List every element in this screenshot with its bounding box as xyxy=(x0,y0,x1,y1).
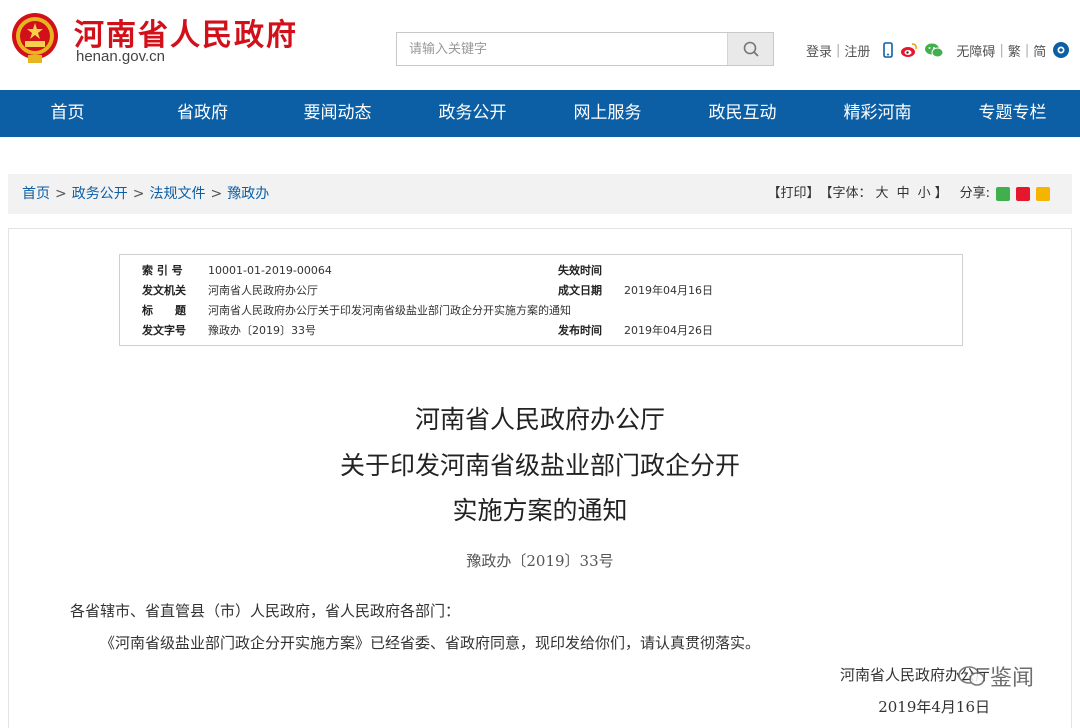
nav-item-interaction[interactable]: 政民互动 xyxy=(675,90,810,137)
share-label: 分享: xyxy=(959,186,990,201)
site-header: 河南省人民政府 henan.gov.cn 登录 | 注册 无障 xyxy=(0,0,1080,90)
document-body: 《河南省级盐业部门政企分开实施方案》已经省委、省政府同意，现印发给你们，请认真贯… xyxy=(100,634,761,652)
document-metadata-table: 索 引 号 10001-01-2019-00064 失效时间 发文机关 河南省人… xyxy=(119,254,963,346)
meta-title-label: 标 题 xyxy=(142,304,186,317)
top-links: 登录 | 注册 无障碍 | 繁 | 简 xyxy=(806,40,1070,60)
meta-row: 标 题 河南省人民政府办公厅关于印发河南省级盐业部门政企分开实施方案的通知 xyxy=(120,301,962,321)
document-number: 豫政办〔2019〕33号 xyxy=(466,552,614,570)
nav-item-provincial-government[interactable]: 省政府 xyxy=(135,90,270,137)
font-size-label: 【字体： xyxy=(819,186,872,201)
meta-docno-label: 发文字号 xyxy=(142,324,186,337)
nav-item-government-affairs[interactable]: 政务公开 xyxy=(405,90,540,137)
breadcrumb-separator: > xyxy=(132,186,145,202)
meta-issuer-value: 河南省人民政府办公厅 xyxy=(208,284,318,297)
traditional-chinese-link[interactable]: 繁 xyxy=(1008,41,1021,60)
document-addressee: 各省辖市、省直管县（市）人民政府，省人民政府各部门： xyxy=(70,602,461,620)
document-title-line-2: 关于印发河南省级盐业部门政企分开 xyxy=(339,451,740,480)
breadcrumb-bar: 首页 > 政务公开 > 法规文件 > 豫政办 【打印】 【字体： 大 中 小 】 分享: xyxy=(8,174,1072,214)
breadcrumb-item-home[interactable]: 首页 xyxy=(22,186,50,202)
divider: | xyxy=(836,42,841,58)
share-weibo-icon[interactable] xyxy=(1016,187,1030,201)
search-button[interactable] xyxy=(727,33,773,65)
read-aloud-icon[interactable] xyxy=(1052,41,1070,59)
meta-published-value: 2019年04月26日 xyxy=(624,324,713,337)
share-qq-icon[interactable] xyxy=(1036,187,1050,201)
meta-expire-label: 失效时间 xyxy=(558,264,602,277)
wechat-watermark-icon xyxy=(958,666,985,686)
breadcrumb-item-regulations[interactable]: 法规文件 xyxy=(149,186,205,202)
font-small-button[interactable]: 小 xyxy=(918,174,931,214)
font-large-button[interactable]: 大 xyxy=(876,174,889,214)
meta-row: 发文字号 豫政办〔2019〕33号 发布时间 2019年04月26日 xyxy=(120,321,962,341)
accessibility-link[interactable]: 无障碍 xyxy=(956,41,995,60)
search-box xyxy=(396,32,774,66)
font-size-end: 】 xyxy=(934,186,948,201)
site-domain: henan.gov.cn xyxy=(76,48,165,65)
register-link[interactable]: 注册 xyxy=(844,41,870,60)
breadcrumb-item-yuzhengban[interactable]: 豫政办 xyxy=(227,186,269,202)
nav-item-home[interactable]: 首页 xyxy=(0,90,135,137)
article-tools: 【打印】 【字体： 大 中 小 】 分享: xyxy=(768,174,1050,214)
nav-item-news[interactable]: 要闻动态 xyxy=(270,90,405,137)
nav-item-online-services[interactable]: 网上服务 xyxy=(540,90,675,137)
national-emblem-logo[interactable] xyxy=(10,10,60,66)
search-input[interactable] xyxy=(397,33,727,65)
print-button[interactable]: 【打印】 xyxy=(768,174,820,214)
main-nav: 首页 省政府 要闻动态 政务公开 网上服务 政民互动 精彩河南 专题专栏 xyxy=(0,90,1080,137)
meta-row: 发文机关 河南省人民政府办公厅 成文日期 2019年04月16日 xyxy=(120,281,962,301)
share-wechat-icon[interactable] xyxy=(996,187,1010,201)
mobile-icon[interactable] xyxy=(882,42,894,58)
meta-created-label: 成文日期 xyxy=(558,284,602,297)
document-title-line-1: 河南省人民政府办公厅 xyxy=(414,405,665,434)
document-title-line-3: 实施方案的通知 xyxy=(452,496,628,525)
meta-published-label: 发布时间 xyxy=(558,324,602,337)
breadcrumb-separator: > xyxy=(210,186,223,202)
weibo-icon[interactable] xyxy=(900,42,918,58)
watermark-text: 鉴闻 xyxy=(990,666,1035,691)
meta-row: 索 引 号 10001-01-2019-00064 失效时间 xyxy=(120,261,962,281)
meta-index-label: 索 引 号 xyxy=(142,264,183,277)
breadcrumb-item-government-affairs[interactable]: 政务公开 xyxy=(72,186,128,202)
document-date: 2019年4月16日 xyxy=(878,698,990,716)
divider: | xyxy=(999,42,1004,58)
meta-issuer-label: 发文机关 xyxy=(142,284,186,297)
breadcrumb-separator: > xyxy=(55,186,67,202)
wechat-icon[interactable] xyxy=(924,42,944,58)
font-medium-button[interactable]: 中 xyxy=(897,174,910,214)
watermark: 鉴闻 xyxy=(958,660,1034,692)
meta-created-value: 2019年04月16日 xyxy=(624,284,713,297)
breadcrumb: 首页 > 政务公开 > 法规文件 > 豫政办 xyxy=(22,174,269,214)
divider: | xyxy=(1024,42,1030,58)
login-link[interactable]: 登录 xyxy=(806,41,832,60)
meta-title-value: 河南省人民政府办公厅关于印发河南省级盐业部门政企分开实施方案的通知 xyxy=(208,304,571,317)
nav-item-special-topics[interactable]: 专题专栏 xyxy=(945,90,1080,137)
meta-index-value: 10001-01-2019-00064 xyxy=(208,264,332,277)
nav-item-wonderful-henan[interactable]: 精彩河南 xyxy=(810,90,945,137)
simplified-chinese-link[interactable]: 简 xyxy=(1033,41,1046,60)
search-icon xyxy=(743,41,759,57)
meta-docno-value: 豫政办〔2019〕33号 xyxy=(208,324,316,337)
